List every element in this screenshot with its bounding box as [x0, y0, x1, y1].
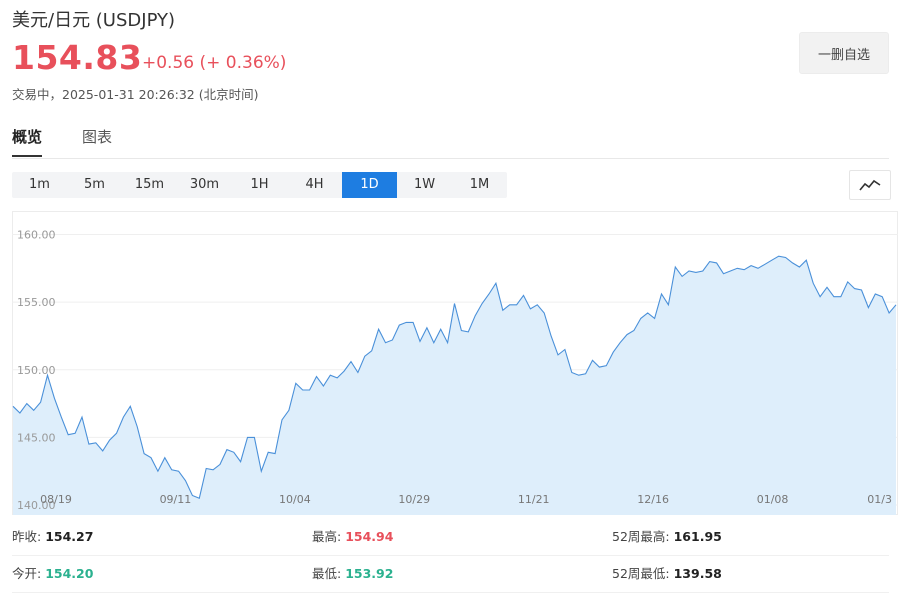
- prev-close-stat: 昨收: 154.27: [12, 519, 93, 555]
- period-1h[interactable]: 1H: [232, 172, 287, 198]
- y-tick-label: 145.00: [17, 431, 56, 444]
- open-stat: 今开: 154.20: [12, 556, 93, 592]
- y-tick-label: 150.00: [17, 364, 56, 377]
- x-tick-label: 12/16: [637, 493, 669, 506]
- period-1w[interactable]: 1W: [397, 172, 452, 198]
- stats-row-1: 昨收: 154.27 最高: 154.94 52周最高: 161.95: [12, 519, 889, 556]
- x-tick-label: 01/3: [867, 493, 892, 506]
- instrument-title: 美元/日元 (USDJPY): [12, 10, 176, 31]
- period-4h[interactable]: 4H: [287, 172, 342, 198]
- low52-value: 139.58: [673, 566, 722, 581]
- period-15m[interactable]: 15m: [122, 172, 177, 198]
- period-5m[interactable]: 5m: [67, 172, 122, 198]
- high-stat: 最高: 154.94: [312, 519, 393, 555]
- x-tick-label: 08/19: [40, 493, 72, 506]
- prev-close-label: 昨收:: [12, 529, 42, 544]
- low-label: 最低:: [312, 566, 342, 581]
- high-label: 最高:: [312, 529, 342, 544]
- low52-label: 52周最低:: [612, 566, 670, 581]
- open-label: 今开:: [12, 566, 42, 581]
- price-chart[interactable]: 160.00 155.00 150.00 145.00 140.00 08/19 09/1…: [12, 211, 898, 515]
- x-tick-label: 09/11: [160, 493, 192, 506]
- prev-close-value: 154.27: [45, 529, 94, 544]
- open-value: 154.20: [45, 566, 94, 581]
- high52-label: 52周最高:: [612, 529, 670, 544]
- trading-status: 交易中，2025-01-31 20:26:32 (北京时间): [12, 87, 259, 102]
- x-tick-label: 11/21: [518, 493, 550, 506]
- y-tick-label: 160.00: [17, 229, 56, 242]
- low-value: 153.92: [345, 566, 394, 581]
- x-tick-label: 01/08: [757, 493, 789, 506]
- low52-stat: 52周最低: 139.58: [612, 556, 722, 592]
- low-stat: 最低: 153.92: [312, 556, 393, 592]
- tab-overview[interactable]: 概览: [12, 126, 43, 157]
- x-tick-label: 10/04: [279, 493, 311, 506]
- period-selector: 1m 5m 15m 30m 1H 4H 1D 1W 1M: [12, 172, 507, 198]
- high52-value: 161.95: [673, 529, 722, 544]
- view-tabs: 概览 图表: [12, 126, 112, 157]
- high-value: 154.94: [345, 529, 394, 544]
- high52-stat: 52周最高: 161.95: [612, 519, 722, 555]
- remove-watchlist-button[interactable]: 一删自选: [799, 32, 889, 74]
- period-1mo[interactable]: 1M: [452, 172, 507, 198]
- chart-type-toggle[interactable]: [849, 170, 891, 200]
- period-1d[interactable]: 1D: [342, 172, 397, 198]
- period-1m[interactable]: 1m: [12, 172, 67, 198]
- price-change: +0.56 (+ 0.36%): [142, 53, 287, 73]
- period-30m[interactable]: 30m: [177, 172, 232, 198]
- current-price: 154.83: [12, 38, 143, 77]
- tab-chart[interactable]: 图表: [82, 126, 112, 157]
- x-tick-label: 10/29: [398, 493, 430, 506]
- y-tick-label: 155.00: [17, 296, 56, 309]
- stats-row-2: 今开: 154.20 最低: 153.92 52周最低: 139.58: [12, 556, 889, 593]
- price-chart-svg: 160.00155.00150.00145.00140.00 08/19 09/1…: [12, 211, 898, 515]
- line-chart-icon: [859, 179, 881, 191]
- tab-divider: [12, 158, 889, 159]
